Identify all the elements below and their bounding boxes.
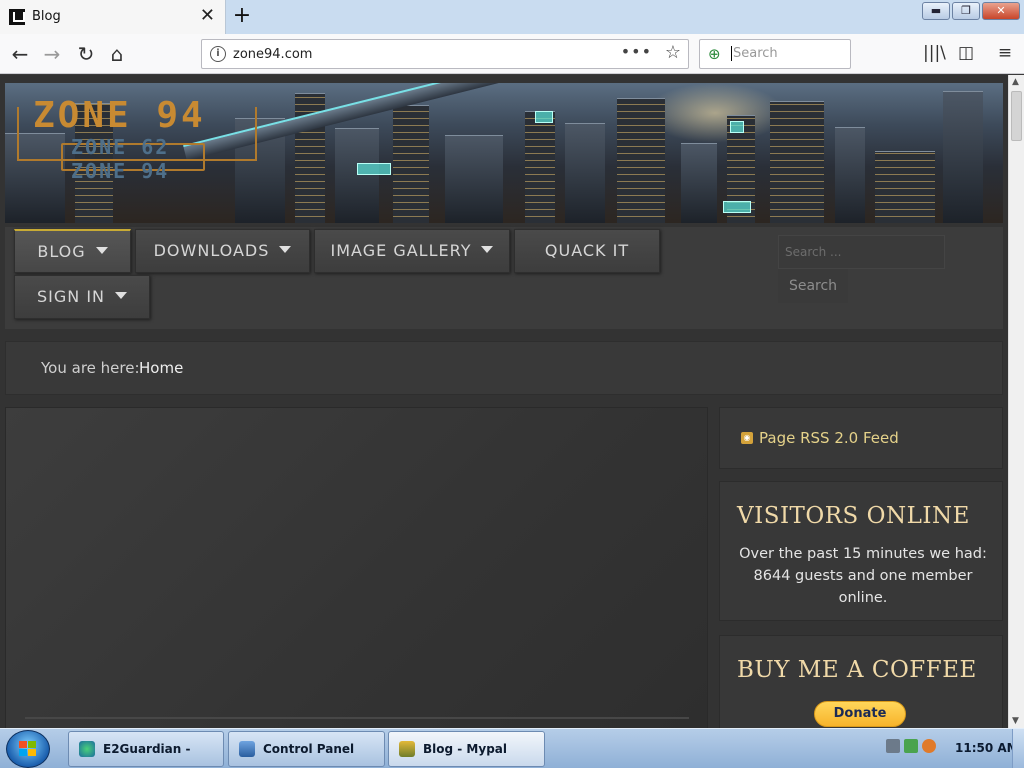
scroll-down-icon[interactable]: ▼ [1012,716,1019,726]
taskbar-item-label: E2Guardian - Acc... [103,742,191,756]
rss-icon: ◉ [741,432,753,444]
start-button[interactable] [6,730,50,768]
back-icon[interactable]: ← [7,41,33,67]
browser-search-input[interactable] [731,46,841,61]
taskbar-item-label: Blog - Mypal [423,742,507,756]
chevron-down-icon [115,292,127,299]
minimize-button[interactable]: ▬ [922,2,950,20]
menu-item-label: DOWNLOADS [153,241,270,260]
windows-logo-icon [19,741,37,757]
network-icon[interactable] [904,739,918,753]
system-tray [886,739,936,753]
show-desktop-button[interactable] [1012,729,1024,768]
url-text[interactable]: zone94.com [233,47,312,62]
menu-item-sign-in[interactable]: SIGN IN [14,275,150,319]
site-navigation: BLOG DOWNLOADS IMAGE GALLERY QUACK IT SI… [5,227,1003,329]
chevron-down-icon [95,247,108,254]
menu-item-blog[interactable]: BLOG [14,229,131,273]
site-banner[interactable]: ZONE 94 ZONE 62 ZONE 94 [5,83,1003,223]
close-tab-icon[interactable]: ✕ [200,6,215,26]
window-controls: ▬ ❐ ✕ [920,2,1020,22]
bookmark-star-icon[interactable]: ☆ [665,42,681,63]
content-divider [25,717,689,719]
scroll-up-icon[interactable]: ▲ [1012,77,1019,87]
new-tab-button[interactable]: + [230,3,254,29]
control-panel-icon [239,741,255,757]
menu-item-downloads[interactable]: DOWNLOADS [135,229,310,273]
site-logo[interactable]: ZONE 94 [33,95,206,136]
browser-tab[interactable]: Blog ✕ [0,0,226,34]
search-tray-icon[interactable] [922,739,936,753]
address-bar[interactable]: i zone94.com ••• ☆ [201,39,689,69]
site-info-icon[interactable]: i [210,46,226,62]
taskbar-item-e2guardian[interactable]: E2Guardian - Acc... [68,731,224,767]
site-favicon-icon [9,9,25,25]
close-window-button[interactable]: ✕ [982,2,1020,20]
donate-button[interactable]: Donate [814,701,906,727]
mypal-browser-icon [399,741,415,757]
buy-coffee-module: BUY ME A COFFEE Donate [719,635,1003,728]
keyboard-icon[interactable] [886,739,900,753]
menu-item-label: IMAGE GALLERY [330,241,472,260]
restore-button[interactable]: ❐ [952,2,980,20]
main-content [5,407,708,728]
library-icon[interactable]: |||\ [923,42,946,64]
logo-sub-line-1: ZONE 62 [71,135,170,159]
chevron-down-icon [481,246,494,253]
reload-icon[interactable]: ↻ [73,41,99,67]
browser-tab-bar: Blog ✕ + ▬ ❐ ✕ [0,0,1024,34]
taskbar-clock[interactable]: 11:50 AM [955,741,1019,755]
site-search-button[interactable]: Search [778,269,848,303]
taskbar-item-control-panel[interactable]: Control Panel [228,731,385,767]
sidebar-toggle-icon[interactable]: ◫ [955,42,977,64]
logo-sub-line-2: ZONE 94 [71,159,170,183]
site-logo-subtitle: ZONE 62 ZONE 94 [71,135,169,183]
vertical-scrollbar[interactable]: ▲ ▼ [1008,75,1024,728]
globe-icon [79,741,95,757]
visitors-text: Over the past 15 minutes we had: 8644 gu… [739,546,987,606]
menu-item-label: BLOG [37,242,86,261]
browser-toolbar: ← → ↻ ⌂ i zone94.com ••• ☆ ⊕ |||\ ◫ ≡ [0,34,1024,74]
menu-item-label: QUACK IT [544,241,630,260]
taskbar-item-label: Control Panel [263,742,355,756]
web-page: ZONE 94 ZONE 62 ZONE 94 BLOG DOWNLOADS I… [0,75,1008,728]
site-search-input[interactable] [778,235,945,269]
forward-icon[interactable]: → [39,41,65,67]
rss-feed-link[interactable]: Page RSS 2.0 Feed [759,429,899,447]
page-actions-icon[interactable]: ••• [621,42,652,61]
tab-title: Blog [32,9,61,24]
rss-module: ◉ Page RSS 2.0 Feed [719,407,1003,469]
search-engine-icon[interactable]: ⊕ [708,45,721,63]
breadcrumb-label: You are here: [41,359,140,377]
chevron-down-icon [279,246,292,253]
coffee-heading: BUY ME A COFFEE [737,657,977,683]
visitors-online-module: VISITORS ONLINE Over the past 15 minutes… [719,481,1003,621]
breadcrumb: You are here: Home [5,341,1003,395]
browser-search-box[interactable]: ⊕ [699,39,851,69]
visitors-heading: VISITORS ONLINE [737,503,970,529]
windows-taskbar: E2Guardian - Acc... Control Panel Blog -… [0,728,1024,768]
scrollbar-thumb[interactable] [1011,91,1022,141]
menu-item-quack-it[interactable]: QUACK IT [514,229,660,273]
menu-icon[interactable]: ≡ [994,42,1016,64]
home-icon[interactable]: ⌂ [104,41,130,67]
menu-item-label: SIGN IN [36,287,105,306]
menu-item-image-gallery[interactable]: IMAGE GALLERY [314,229,510,273]
taskbar-item-blog-mypal[interactable]: Blog - Mypal [388,731,545,767]
breadcrumb-home: Home [139,359,184,377]
